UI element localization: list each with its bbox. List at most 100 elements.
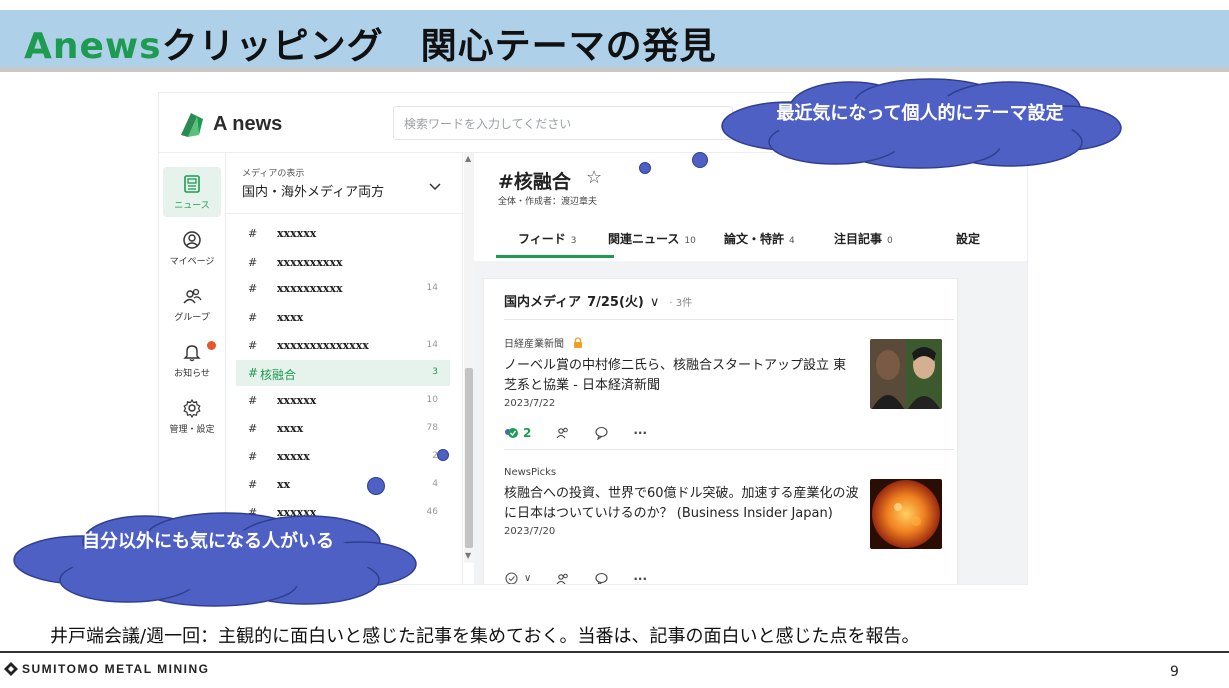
callout-dot [692,152,708,168]
search-input[interactable]: 検索ワードを入力してください [393,106,733,140]
tab-count: 0 [887,236,893,246]
nav-item-news[interactable]: ニュース [163,167,221,217]
share-group-button[interactable] [555,425,570,440]
media-filter-caption: メディアの表示 [242,169,305,179]
scroll-up-icon[interactable]: ▲ [465,154,471,163]
feed-card: 国内メディア 7/25(火) ∨ · 3件 日経産業新聞 ノーベル賞の中村修二氏ら、核… [483,278,958,584]
more-button[interactable]: ··· [633,426,647,440]
like-button[interactable]: ∨ [504,571,531,584]
comment-icon [595,426,608,440]
article-item[interactable]: 日経産業新聞 ノーベル賞の中村修二氏ら、核融合スタートアップ設立 東芝系と協業 … [504,335,954,440]
theme-item[interactable]: # xxxx 78 [236,416,450,442]
theme-item[interactable]: # xxxxxxxxxx 14 [236,276,450,302]
chevron-down-icon[interactable] [428,181,442,196]
theme-name: xxxxxxxxxx [277,282,343,295]
card-divider [504,319,954,320]
callout-dot [437,449,449,461]
theme-hash: # [248,366,259,380]
company-logo: SUMITOMO METAL MINING [4,662,210,676]
theme-item[interactable]: # xxxxxxxxxxxxxx 14 [236,333,450,359]
theme-hash: # [248,282,258,295]
page-number: 9 [1170,664,1179,680]
tab-related-news[interactable]: 関連ニュース 10 [608,230,696,247]
theme-count: 3 [432,367,438,377]
article-source: NewsPicks [504,467,954,478]
star-icon[interactable]: ☆ [586,167,602,188]
like-button[interactable]: 2 [504,425,531,440]
comment-button[interactable] [594,425,609,440]
nav-label-mypage: マイページ [169,257,215,267]
tab-count: 4 [789,236,795,246]
theme-name: xxxx [277,311,304,324]
nav-item-settings[interactable]: 管理・設定 [163,391,221,441]
more-button[interactable]: ··· [633,571,648,585]
tab-count: 3 [570,236,577,246]
callout-dot [639,162,651,174]
theme-item[interactable]: # xx 4 [236,472,450,498]
nav-item-mypage[interactable]: マイページ [163,223,221,273]
slide-title-rest: クリッピング 関心テーマの発見 [161,26,717,67]
anews-logo-icon [181,113,203,137]
theme-item[interactable]: # xxxxxx 10 [236,388,450,414]
slide-title-brand: Anews [24,26,162,67]
feed-group-header[interactable]: 国内メディア 7/25(火) ∨ · 3件 [504,291,692,310]
scroll-down-icon[interactable]: ▼ [465,551,471,560]
tab-papers-patents[interactable]: 論文・特許 4 [724,230,795,247]
article-thumbnail[interactable] [870,339,942,409]
nav-item-group[interactable]: グループ [163,279,221,329]
article-actions: 2 ··· [504,425,671,440]
theme-count: 14 [426,283,438,293]
panel-divider [226,213,464,214]
theme-title: #核融合 [498,171,571,193]
feed-date: 7/25(火) [587,295,644,310]
theme-count: 4 [432,479,438,489]
tab-feed[interactable]: フィード 3 [518,230,577,247]
app-logo-text: A news [213,112,283,135]
slide-title: Anewsクリッピング 関心テーマの発見 [24,17,717,69]
article-item[interactable]: NewsPicks 核融合への投資、世界で60億ドル突破。加速する産業化の波に日… [504,467,954,584]
article-title[interactable]: 核融合への投資、世界で60億ドル突破。加速する産業化の波に日本はついていけるのか… [504,484,859,524]
feed-count: · 3件 [669,298,693,309]
active-tab-indicator [496,255,614,258]
theme-hash: # [248,256,258,269]
tab-settings[interactable]: 設定 [956,230,980,247]
nav-item-notifications[interactable]: お知らせ [163,335,221,385]
tab-label: 論文・特許 [724,232,785,246]
theme-name: xxxxxx [277,394,317,407]
share-group-button[interactable] [555,571,570,584]
article-source-name: NewsPicks [504,467,557,478]
theme-hash: # [248,311,258,324]
callout-text-top: 最近気になって個人的にテーマ設定 [776,103,1064,124]
notification-dot [207,341,216,350]
callout-text-bottom: 自分以外にも気になる人がいる [82,531,334,552]
theme-item[interactable]: # xxxxx 2 [236,444,450,470]
media-filter-select[interactable]: 国内・海外メディア両方 [242,181,384,200]
callout-cloud-bottom [13,512,417,607]
tab-count: 10 [684,236,696,246]
comment-icon [595,572,608,584]
bell-icon [183,345,201,362]
article-source-name: 日経産業新聞 [504,339,564,350]
tab-featured[interactable]: 注目記事 0 [834,230,893,247]
more-icon: ··· [633,571,648,585]
theme-count: 78 [426,423,438,433]
theme-list-scrollbar[interactable]: ▲ ▼ [464,153,474,563]
article-title[interactable]: ノーベル賞の中村修二氏ら、核融合スタートアップ設立 東芝系と協業 - 日本経済新… [504,356,859,396]
chevron-down-icon[interactable]: ∨ [650,295,660,310]
theme-meta: 全体・作成者：渡辺章夫 [498,197,598,207]
theme-item[interactable]: # xxxxxxxxxx [236,250,450,276]
chevron-down-icon[interactable]: ∨ [524,573,531,584]
app-logo[interactable]: A news [177,109,282,139]
article-thumbnail[interactable] [870,479,942,549]
feed-group-label: 国内メディア [504,295,582,310]
theme-item[interactable]: # xxxx [236,305,450,331]
scroll-thumb[interactable] [465,368,473,548]
theme-item[interactable]: # xxxxxx [236,221,450,247]
theme-hash: # [248,422,258,435]
nav-label-group: グループ [174,313,210,323]
comment-button[interactable] [594,571,609,584]
nav-label-notifications: お知らせ [174,369,210,379]
theme-item-active[interactable]: # 核融合 3 [236,360,450,386]
check-circle-icon [505,572,518,584]
group-icon [556,573,569,584]
